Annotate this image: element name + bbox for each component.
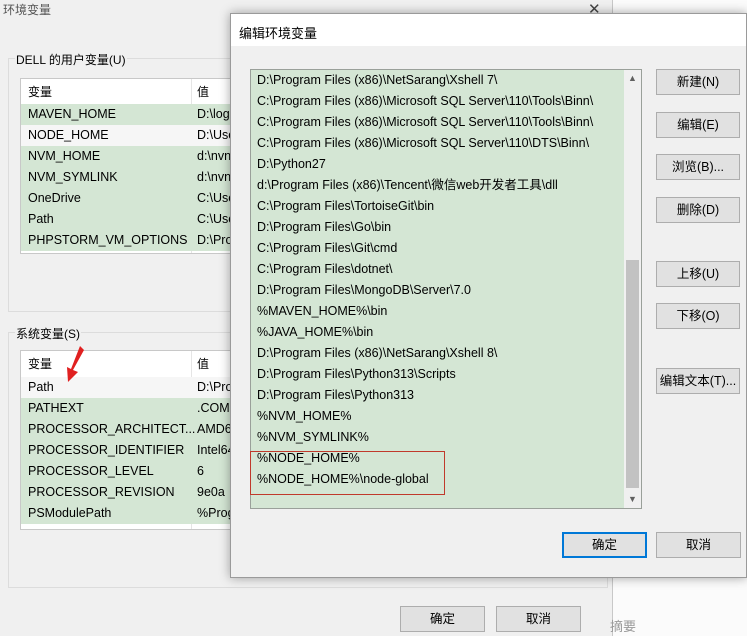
var-value: D:\Pro <box>197 380 233 394</box>
table-row[interactable]: NODE_HOME D:\Use <box>21 125 234 146</box>
scroll-down-icon[interactable]: ▼ <box>624 491 641 508</box>
background-cancel-button[interactable]: 取消 <box>496 606 581 632</box>
list-item[interactable]: %NODE_HOME% <box>251 448 623 469</box>
list-item[interactable]: %NVM_SYMLINK% <box>251 427 623 448</box>
var-name: Path <box>28 212 54 226</box>
var-name: PROCESSOR_ARCHITECT... <box>28 422 196 436</box>
list-item[interactable]: %NODE_HOME%\node-global <box>251 469 623 490</box>
table-row[interactable]: PROCESSOR_ARCHITECT... AMD6 <box>21 419 234 440</box>
var-name: Path <box>28 380 54 394</box>
var-name: MAVEN_HOME <box>28 107 116 121</box>
delete-button[interactable]: 删除(D) <box>656 197 740 223</box>
system-vars-label: 系统变量(S) <box>15 325 81 342</box>
var-name: PATHEXT <box>28 401 84 415</box>
dialog-title: 编辑环境变量 <box>239 26 318 41</box>
table-header: 变量 值 <box>21 351 234 373</box>
table-row[interactable]: OneDrive C:\Use <box>21 188 234 209</box>
var-name: NODE_HOME <box>28 128 109 142</box>
list-item[interactable]: d:\Program Files (x86)\Tencent\微信web开发者工… <box>251 175 623 196</box>
var-value: 6 <box>197 464 204 478</box>
list-item[interactable]: D:\Program Files\Go\bin <box>251 217 623 238</box>
table-row[interactable]: PSModulePath %Prog <box>21 503 234 524</box>
var-name: NVM_SYMLINK <box>28 170 118 184</box>
table-row[interactable]: PROCESSOR_LEVEL 6 <box>21 461 234 482</box>
list-item[interactable]: D:\Program Files\MongoDB\Server\7.0 <box>251 280 623 301</box>
background-ok-button[interactable]: 确定 <box>400 606 485 632</box>
list-item[interactable]: %JAVA_HOME%\bin <box>251 322 623 343</box>
table-header: 变量 值 <box>21 79 234 101</box>
list-item[interactable]: C:\Program Files (x86)\Microsoft SQL Ser… <box>251 112 623 133</box>
path-list[interactable]: D:\Program Files (x86)\NetSarang\Xshell … <box>250 69 642 509</box>
red-arrow-annotation <box>67 346 84 382</box>
var-value: .COM; <box>197 401 234 415</box>
var-name: NVM_HOME <box>28 149 101 163</box>
var-name: OneDrive <box>28 191 81 205</box>
col-value-header[interactable]: 值 <box>197 83 209 100</box>
var-value: D:\log <box>197 107 230 121</box>
var-name: PROCESSOR_LEVEL <box>28 464 154 478</box>
user-vars-table[interactable]: 变量 值 MAVEN_HOME D:\log NODE_HOME D:\Use NV… <box>20 78 235 254</box>
list-item[interactable]: C:\Program Files (x86)\Microsoft SQL Ser… <box>251 91 623 112</box>
list-item[interactable]: D:\Python27 <box>251 154 623 175</box>
table-row[interactable]: PROCESSOR_IDENTIFIER Intel64 <box>21 440 234 461</box>
edit-button[interactable]: 编辑(E) <box>656 112 740 138</box>
vertical-scrollbar[interactable]: ▲ ▼ <box>624 70 641 508</box>
table-row[interactable]: PHPSTORM_VM_OPTIONS D:\Pro <box>21 230 234 251</box>
var-name: PHPSTORM_VM_OPTIONS <box>28 233 188 247</box>
var-value: AMD6 <box>197 422 232 436</box>
table-row[interactable]: Path C:\Use <box>21 209 234 230</box>
var-value: 9e0a <box>197 485 225 499</box>
browse-button[interactable]: 浏览(B)... <box>656 154 740 180</box>
move-down-button[interactable]: 下移(O) <box>656 303 740 329</box>
table-row[interactable]: PATHEXT .COM; <box>21 398 234 419</box>
var-value: d:\nvn <box>197 170 232 184</box>
list-item[interactable]: %MAVEN_HOME%\bin <box>251 301 623 322</box>
table-row[interactable]: NVM_SYMLINK d:\nvn <box>21 167 234 188</box>
edit-text-button[interactable]: 编辑文本(T)... <box>656 368 740 394</box>
col-variable-header[interactable]: 变量 <box>28 83 52 100</box>
user-vars-label: DELL 的用户变量(U) <box>15 51 127 68</box>
col-variable-header[interactable]: 变量 <box>28 355 52 372</box>
var-value: Intel64 <box>197 443 235 457</box>
system-vars-table[interactable]: 变量 值 Path D:\Pro PATHEXT .COM; PROCESSOR_A… <box>20 350 235 530</box>
list-item[interactable]: D:\Program Files (x86)\NetSarang\Xshell … <box>251 343 623 364</box>
table-row[interactable]: MAVEN_HOME D:\log <box>21 104 234 125</box>
list-item[interactable]: D:\Program Files\Python313 <box>251 385 623 406</box>
table-row[interactable]: PROCESSOR_REVISION 9e0a <box>21 482 234 503</box>
scroll-up-icon[interactable]: ▲ <box>624 70 641 87</box>
partial-background-text: 摘要 <box>610 619 637 634</box>
window-title: 环境变量 <box>3 3 52 17</box>
list-item[interactable]: %NVM_HOME% <box>251 406 623 427</box>
ok-button[interactable]: 确定 <box>562 532 647 558</box>
scrollbar-thumb[interactable] <box>626 260 639 488</box>
list-item[interactable]: C:\Program Files\Git\cmd <box>251 238 623 259</box>
cancel-button[interactable]: 取消 <box>656 532 741 558</box>
var-name: PROCESSOR_REVISION <box>28 485 175 499</box>
edit-environment-variable-dialog: 编辑环境变量 D:\Program Files (x86)\NetSarang\… <box>230 13 747 578</box>
var-name: PROCESSOR_IDENTIFIER <box>28 443 185 457</box>
list-item[interactable]: C:\Program Files (x86)\Microsoft SQL Ser… <box>251 133 623 154</box>
var-value: D:\Pro <box>197 233 233 247</box>
list-item[interactable]: D:\Program Files\Python313\Scripts <box>251 364 623 385</box>
var-value: d:\nvn <box>197 149 232 163</box>
list-item[interactable]: C:\Program Files\dotnet\ <box>251 259 623 280</box>
table-row[interactable]: NVM_HOME d:\nvn <box>21 146 234 167</box>
list-item[interactable]: C:\Program Files\TortoiseGit\bin <box>251 196 623 217</box>
col-value-header[interactable]: 值 <box>197 355 209 372</box>
var-name: PSModulePath <box>28 506 112 520</box>
var-value: %Prog <box>197 506 235 520</box>
table-row[interactable]: Path D:\Pro <box>21 377 234 398</box>
new-button[interactable]: 新建(N) <box>656 69 740 95</box>
move-up-button[interactable]: 上移(U) <box>656 261 740 287</box>
dialog-titlebar[interactable]: 编辑环境变量 <box>231 14 746 46</box>
list-item[interactable]: D:\Program Files (x86)\NetSarang\Xshell … <box>251 70 623 91</box>
